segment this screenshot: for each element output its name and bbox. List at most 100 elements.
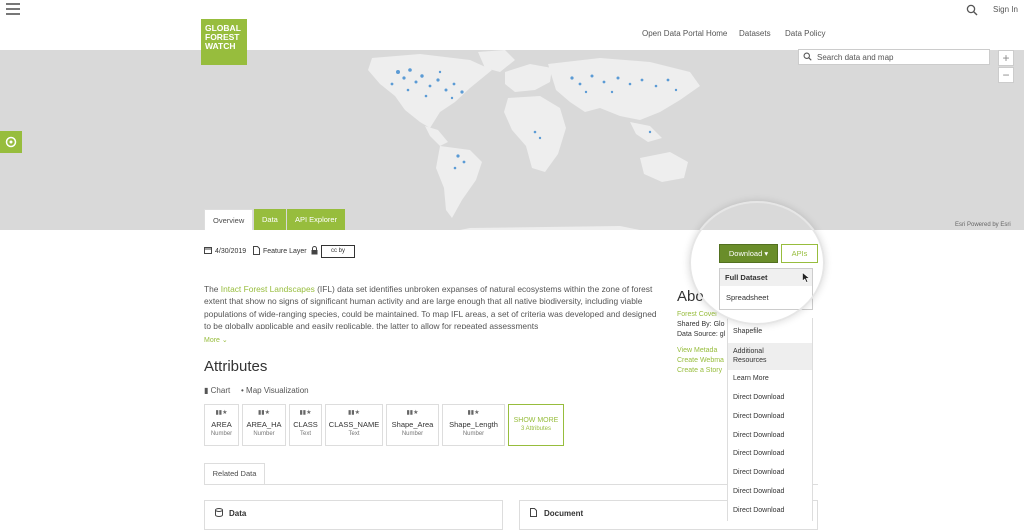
global-forest-watch-logo[interactable]: GLOBAL FOREST WATCH [201,19,247,65]
database-icon [215,508,223,519]
attribute-card-shape-length[interactable]: ▮▮★ Shape_Length Number [442,404,505,446]
related-data-label: Data [229,509,247,518]
learn-more-link[interactable]: Learn More [733,375,769,382]
bar-chart-icon: ▮▮★ [258,410,270,416]
date-label: 4/30/2019 [215,248,247,255]
attribute-name: CLASS [293,420,318,429]
related-data-card[interactable]: Data [204,500,503,530]
map-visualization-link[interactable]: • Map Visualization [241,386,309,395]
apis-button[interactable]: APIs [781,244,818,263]
direct-download-link-7[interactable]: Direct Download [733,507,784,514]
related-divider [204,484,818,485]
download-button[interactable]: Download ▾ [719,244,778,263]
attribute-type: Number [210,431,233,437]
show-more-attributes-button[interactable]: SHOW MORE 3 Attributes [508,404,564,446]
about-category-link[interactable]: Forest Cover [677,311,717,318]
related-document-label: Document [544,509,584,518]
bar-chart-icon: ▮▮★ [215,410,228,416]
create-webmap-link[interactable]: Create Webma [677,357,724,364]
about-shared-by: Shared By: Glo [677,321,725,328]
search-icon[interactable] [966,3,978,21]
attribute-card-area-ha[interactable]: ▮▮★ AREA_HA Number [242,404,286,446]
attribute-name: AREA_HA [246,420,282,429]
chevron-down-icon: ⌄ [221,337,228,344]
attribute-type: Text [299,431,311,437]
map-search-icon [803,52,812,63]
map-icon: • [241,386,244,395]
layers-icon [5,136,17,148]
view-metadata-link[interactable]: View Metada [677,347,717,354]
logo-line-3: WATCH [205,41,236,51]
attribute-card-area[interactable]: ▮▮★ AREA Number [204,404,239,446]
top-header [0,0,1024,50]
direct-download-link-4[interactable]: Direct Download [733,450,784,457]
attribute-card-class[interactable]: ▮▮★ CLASS Text [289,404,322,446]
caret-down-icon: ▾ [764,249,769,258]
show-more-count: 3 Attributes [520,426,552,432]
dataset-map[interactable] [0,50,1024,230]
create-story-link[interactable]: Create a Story [677,367,722,374]
chart-label: Chart [210,386,231,395]
mouse-cursor-icon [802,272,810,283]
lock-icon [311,246,318,257]
side-panel-toggle[interactable] [0,131,22,153]
map-search-placeholder: Search data and map [817,53,894,62]
tab-api-explorer[interactable]: API Explorer [287,209,346,230]
tab-data[interactable]: Data [254,209,286,230]
resources-label: Resources [733,357,767,364]
more-label: More [204,337,220,344]
attribute-type: Text [348,431,360,437]
world-map-graphic [368,50,700,230]
attribute-type: Number [462,431,485,437]
additional-resources-row[interactable]: Additional Resources [728,343,812,370]
nav-data-policy[interactable]: Data Policy [785,29,825,38]
more-toggle[interactable]: More ⌄ [204,336,228,344]
attribute-card-shape-area[interactable]: ▮▮★ Shape_Area Number [386,404,439,446]
attributes-heading: Attributes [204,358,268,375]
spreadsheet-option[interactable]: Spreadsheet [720,289,769,306]
zoom-out-button[interactable]: − [998,67,1014,83]
chart-view-link[interactable]: ▮ Chart [204,386,230,395]
additional-label: Additional [733,348,764,355]
document-icon [530,508,537,519]
map-visualization-label: Map Visualization [246,386,309,395]
intro-prefix: The [204,284,221,294]
bar-chart-icon: ▮▮★ [467,410,480,416]
calendar-icon [204,246,212,256]
tab-overview[interactable]: Overview [204,209,254,230]
license-badge[interactable]: cc by [321,245,355,258]
attribute-type: Number [401,431,424,437]
direct-download-link-3[interactable]: Direct Download [733,432,784,439]
download-dropdown-menu: Full Dataset Spreadsheet [719,268,813,310]
about-data-source: Data Source: gl [677,331,726,338]
layer-type-label: Feature Layer [263,248,307,255]
attribute-name: Shape_Length [449,420,498,429]
attribute-card-class-name[interactable]: ▮▮★ CLASS_NAME Text [325,404,383,446]
download-label: Download [728,249,763,258]
intact-forest-landscapes-link[interactable]: Intact Forest Landscapes [221,284,315,294]
download-options-panel: Shapefile Additional Resources Learn Mor… [727,318,813,521]
chart-icon: ▮ [204,386,209,395]
zoom-in-button[interactable]: + [998,50,1014,66]
shapefile-option[interactable]: Shapefile [733,328,762,335]
direct-download-link-6[interactable]: Direct Download [733,488,784,495]
map-attribution: Esri Powered by Esri [955,222,1011,228]
direct-download-link-2[interactable]: Direct Download [733,413,784,420]
nav-datasets[interactable]: Datasets [739,29,771,38]
direct-download-link-5[interactable]: Direct Download [733,469,784,476]
attribute-name: AREA [211,420,232,429]
show-more-label: SHOW MORE [513,417,559,424]
document-icon [253,246,260,257]
map-search-input[interactable]: Search data and map [798,49,990,65]
full-dataset-option[interactable]: Full Dataset [720,269,812,286]
dataset-description: The Intact Forest Landscapes (IFL) data … [204,283,664,329]
attribute-type: Number [253,431,275,437]
sign-in-link[interactable]: Sign In [993,5,1018,14]
hamburger-menu-icon[interactable] [6,3,20,15]
tab-related-data[interactable]: Related Data [204,463,265,484]
attribute-name: Shape_Area [391,420,434,429]
direct-download-link-1[interactable]: Direct Download [733,394,784,401]
about-heading: Abo [677,288,704,305]
nav-open-data-portal-home[interactable]: Open Data Portal Home [642,29,727,38]
bar-chart-icon: ▮▮★ [299,410,312,416]
